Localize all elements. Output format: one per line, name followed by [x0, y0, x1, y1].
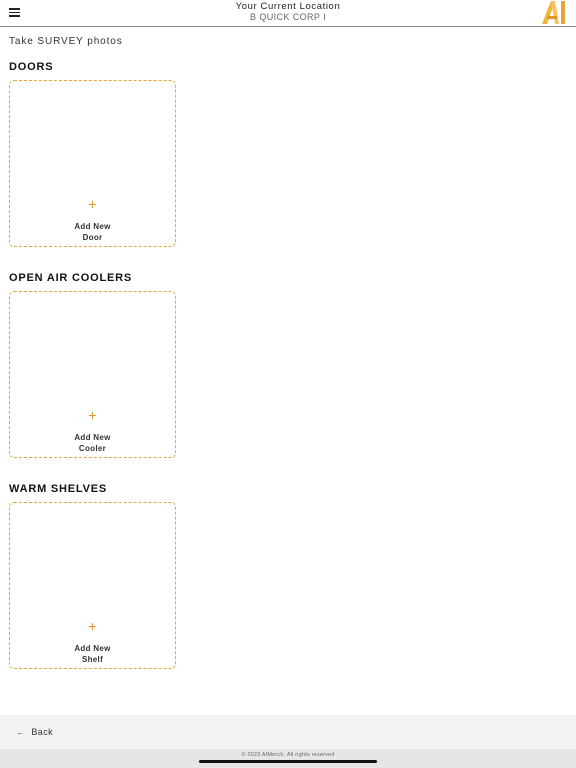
add-door-label-line2: Door — [82, 233, 103, 242]
plus-icon: + — [88, 407, 97, 423]
copyright-text: © 2023 AIMerch. All rights reserved — [241, 752, 335, 758]
add-door-card[interactable]: + Add New Door — [9, 80, 176, 247]
copyright-bar: © 2023 AIMerch. All rights reserved — [0, 749, 576, 768]
add-cooler-card[interactable]: + Add New Cooler — [9, 291, 176, 458]
back-label: Back — [31, 727, 54, 737]
plus-icon: + — [88, 618, 97, 634]
plus-icon: + — [88, 196, 97, 212]
aimerch-logo — [542, 1, 565, 24]
section-title-open-air-coolers: OPEN AIR COOLERS — [9, 272, 133, 284]
add-shelf-label-line1: Add New — [74, 644, 111, 653]
app-header: Your Current Location B QUICK CORP I — [0, 0, 576, 27]
home-indicator — [199, 760, 377, 763]
add-cooler-label-line1: Add New — [74, 433, 111, 442]
location-title: Your Current Location — [235, 1, 341, 12]
section-title-warm-shelves: WARM SHELVES — [9, 483, 108, 495]
footer-bar: ← Back — [0, 715, 576, 749]
section-title-doors: DOORS — [9, 61, 54, 73]
back-button[interactable]: ← Back — [16, 727, 53, 737]
add-door-label-line1: Add New — [74, 222, 111, 231]
location-name[interactable]: B QUICK CORP I — [0, 12, 576, 22]
survey-instructions: Take SURVEY photos — [9, 36, 123, 47]
add-shelf-card[interactable]: + Add New Shelf — [9, 502, 176, 669]
add-shelf-label-line2: Shelf — [81, 655, 104, 664]
add-cooler-label-line2: Cooler — [78, 444, 107, 453]
arrow-left-icon: ← — [16, 727, 26, 737]
